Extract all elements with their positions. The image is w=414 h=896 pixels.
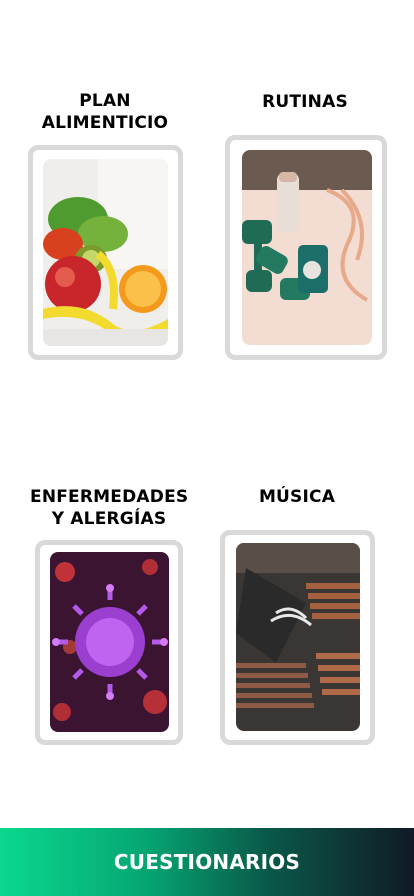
- rutinas-title: RUTINAS: [230, 91, 380, 113]
- plan-alimenticio-title-line2: ALIMENTICIO: [41, 113, 169, 133]
- musica-title: MÚSICA: [222, 486, 372, 508]
- enfermedades-title-line2: Y ALERGÍAS: [51, 509, 167, 529]
- rutinas-card[interactable]: [225, 135, 387, 360]
- musica-card[interactable]: [220, 530, 375, 745]
- cuestionarios-button[interactable]: CUESTIONARIOS: [0, 828, 414, 896]
- vinyl-records-photo: [236, 543, 360, 731]
- enfermedades-card[interactable]: [35, 540, 183, 745]
- enfermedades-title: ENFERMEDADES Y ALERGÍAS: [30, 486, 188, 530]
- virus-photo: [50, 552, 169, 732]
- fruit-and-measuring-tape-photo: [43, 159, 168, 346]
- dumbbells-phone-bottle-photo: [242, 150, 372, 345]
- plan-alimenticio-title-line1: PLAN: [79, 91, 131, 111]
- enfermedades-title-line1: ENFERMEDADES: [30, 487, 189, 507]
- plan-alimenticio-card[interactable]: [28, 145, 183, 360]
- musica-title-line1: MÚSICA: [258, 487, 336, 507]
- plan-alimenticio-title: PLAN ALIMENTICIO: [30, 90, 180, 134]
- cuestionarios-label: CUESTIONARIOS: [113, 850, 301, 874]
- rutinas-title-line1: RUTINAS: [262, 92, 348, 112]
